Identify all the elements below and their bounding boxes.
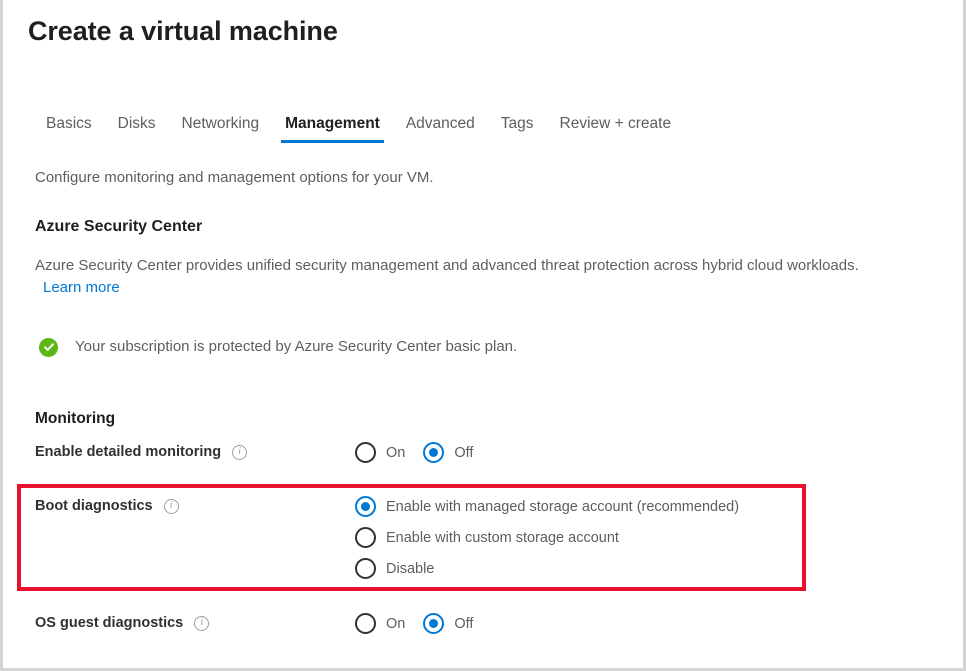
tab-label: Tags — [501, 115, 534, 132]
radio-circle-icon[interactable] — [355, 442, 376, 463]
field-label-text: Enable detailed monitoring — [35, 442, 221, 462]
security-center-heading: Azure Security Center — [35, 216, 202, 238]
radio-circle-icon[interactable] — [355, 527, 376, 548]
detailed-monitoring-label: Enable detailed monitoring i — [35, 442, 247, 462]
tab-management[interactable]: Management — [272, 114, 393, 143]
security-center-status: Your subscription is protected by Azure … — [39, 337, 517, 357]
security-center-description: Azure Security Center provides unified s… — [35, 255, 960, 299]
tab-disks[interactable]: Disks — [105, 114, 169, 143]
security-center-description-text: Azure Security Center provides unified s… — [35, 257, 859, 274]
boot-diagnostics-label: Boot diagnostics i — [35, 496, 179, 516]
tab-label: Review + create — [560, 115, 672, 132]
radio-option-custom-storage[interactable]: Enable with custom storage account — [355, 527, 739, 548]
tab-label: Management — [285, 115, 380, 132]
radio-option-label: Off — [454, 614, 473, 634]
learn-more-link[interactable]: Learn more — [43, 277, 120, 299]
monitoring-heading: Monitoring — [35, 408, 115, 430]
tab-label: Networking — [182, 115, 260, 132]
page-title: Create a virtual machine — [28, 14, 338, 48]
field-label-text: OS guest diagnostics — [35, 613, 183, 633]
tab-tags[interactable]: Tags — [488, 114, 547, 143]
radio-circle-icon[interactable] — [355, 558, 376, 579]
check-circle-icon — [39, 338, 58, 357]
radio-option-off[interactable]: Off — [423, 442, 473, 463]
tab-review-create[interactable]: Review + create — [547, 114, 685, 143]
tab-label: Basics — [46, 115, 92, 132]
info-icon[interactable]: i — [194, 616, 209, 631]
radio-option-label: Enable with managed storage account (rec… — [386, 497, 739, 517]
detailed-monitoring-options: On Off — [355, 442, 491, 463]
os-guest-diagnostics-options: On Off — [355, 613, 491, 634]
radio-option-on[interactable]: On — [355, 613, 405, 634]
wizard-tabs: Basics Disks Networking Management Advan… — [33, 114, 684, 143]
radio-option-managed-storage[interactable]: Enable with managed storage account (rec… — [355, 496, 739, 517]
radio-option-label: Disable — [386, 559, 434, 579]
intro-text: Configure monitoring and management opti… — [35, 168, 434, 188]
tab-basics[interactable]: Basics — [33, 114, 105, 143]
info-icon[interactable]: i — [164, 499, 179, 514]
tab-label: Disks — [118, 115, 156, 132]
radio-option-label: On — [386, 614, 405, 634]
boot-diagnostics-options: Enable with managed storage account (rec… — [355, 496, 739, 579]
radio-option-label: Off — [454, 443, 473, 463]
info-icon[interactable]: i — [232, 445, 247, 460]
radio-option-on[interactable]: On — [355, 442, 405, 463]
radio-option-off[interactable]: Off — [423, 613, 473, 634]
radio-option-label: On — [386, 443, 405, 463]
create-vm-blade: Create a virtual machine Basics Disks Ne… — [0, 0, 966, 671]
radio-option-label: Enable with custom storage account — [386, 528, 619, 548]
tab-advanced[interactable]: Advanced — [393, 114, 488, 143]
os-guest-diagnostics-label: OS guest diagnostics i — [35, 613, 209, 633]
status-message: Your subscription is protected by Azure … — [75, 337, 517, 357]
tab-label: Advanced — [406, 115, 475, 132]
radio-circle-selected-icon[interactable] — [423, 442, 444, 463]
field-label-text: Boot diagnostics — [35, 496, 153, 516]
radio-option-disable[interactable]: Disable — [355, 558, 739, 579]
radio-circle-icon[interactable] — [355, 613, 376, 634]
tab-networking[interactable]: Networking — [169, 114, 273, 143]
radio-circle-selected-icon[interactable] — [355, 496, 376, 517]
radio-circle-selected-icon[interactable] — [423, 613, 444, 634]
